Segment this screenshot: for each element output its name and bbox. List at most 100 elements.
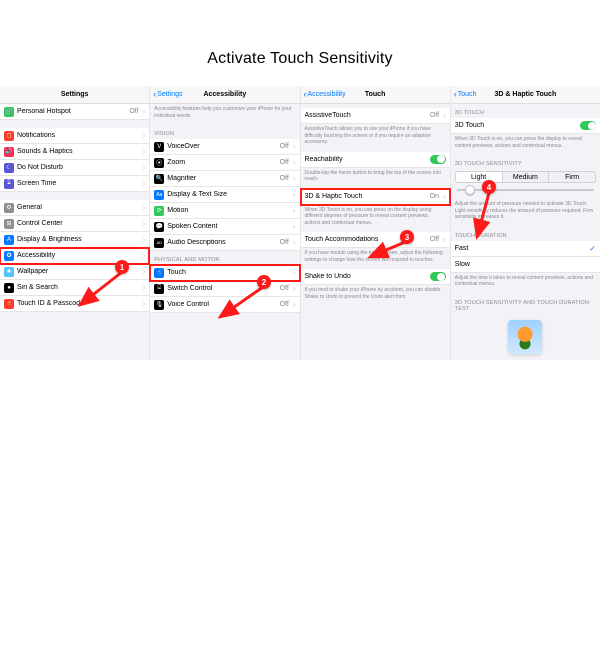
row-switch[interactable]: ⌺ Switch Control Off ›	[150, 281, 299, 297]
panel-touch: ‹Accessibility Touch AssistiveTouch Off …	[301, 86, 451, 360]
callout-3: 3	[400, 230, 414, 244]
row-3dtouch-toggle[interactable]: 3D Touch	[451, 118, 600, 134]
row-slow[interactable]: Slow	[451, 257, 600, 273]
row-touch-accommodations[interactable]: Touch Accommodations Off ›	[301, 232, 450, 248]
3dtouch-desc: When 3D Touch is on, you can press the d…	[451, 134, 600, 155]
row-motion[interactable]: ⟳ Motion ›	[150, 203, 299, 219]
intro-text: Accessibility features help you customiz…	[150, 104, 299, 125]
test-image[interactable]	[508, 320, 542, 354]
row-label: Control Center	[17, 220, 140, 227]
row-value: Off	[280, 285, 289, 292]
row-reachability[interactable]: Reachability	[301, 152, 450, 168]
chevron-right-icon: ›	[293, 158, 296, 167]
vision-header: VISION	[150, 125, 299, 139]
row-3d-haptic[interactable]: 3D & Haptic Touch On ›	[301, 189, 450, 205]
row-touchid[interactable]: ☝︎ Touch ID & Passcode ›	[0, 296, 149, 312]
chevron-right-icon: ›	[143, 107, 146, 116]
touch-icon: ☝︎	[154, 268, 164, 278]
row-display-text[interactable]: Aa Display & Text Size ›	[150, 187, 299, 203]
3dtouch-toggle[interactable]	[580, 121, 596, 130]
chevron-right-icon: ›	[143, 299, 146, 308]
shake-toggle[interactable]	[430, 272, 446, 281]
row-label: Siri & Search	[17, 284, 140, 291]
row-value: Off	[280, 301, 289, 308]
row-control-center[interactable]: ⊞ Control Center ›	[0, 216, 149, 232]
motion-icon: ⟳	[154, 206, 164, 216]
accessibility-icon: ✪	[4, 251, 14, 261]
row-spoken[interactable]: 💬 Spoken Content ›	[150, 219, 299, 235]
wallpaper-icon: ❀	[4, 267, 14, 277]
row-magnifier[interactable]: 🔍 Magnifier Off ›	[150, 171, 299, 187]
row-label: Motion	[167, 207, 290, 214]
row-zoom[interactable]: ⦿ Zoom Off ›	[150, 155, 299, 171]
test-header: 3D TOUCH SENSITIVITY AND TOUCH DURATION …	[451, 294, 600, 314]
back-button[interactable]: ‹Touch	[454, 90, 477, 99]
row-audio-desc[interactable]: AD Audio Descriptions Off ›	[150, 235, 299, 251]
row-shake-undo[interactable]: Shake to Undo	[301, 269, 450, 285]
callout-2: 2	[257, 275, 271, 289]
3dtouch-header: 3D TOUCH	[451, 104, 600, 118]
nav-3dhaptic: ‹Touch 3D & Haptic Touch	[451, 86, 600, 104]
row-label: Touch	[167, 269, 290, 276]
motor-header: PHYSICAL AND MOTOR	[150, 251, 299, 265]
haptic-desc: When 3D Touch is on, you can press on th…	[301, 205, 450, 233]
chevron-right-icon: ›	[143, 203, 146, 212]
row-value: Off	[280, 175, 289, 182]
row-display[interactable]: A Display & Brightness ›	[0, 232, 149, 248]
row-value: Off	[280, 143, 289, 150]
chevron-right-icon: ›	[293, 222, 296, 231]
seg-light[interactable]: Light	[456, 172, 503, 182]
row-label: Slow	[455, 261, 596, 268]
zoom-icon: ⦿	[154, 158, 164, 168]
chevron-right-icon: ›	[293, 206, 296, 215]
row-screentime[interactable]: ⌛︎ Screen Time ›	[0, 176, 149, 192]
row-label: Display & Brightness	[17, 236, 140, 243]
nav-title: Accessibility	[203, 91, 246, 98]
row-label: Spoken Content	[167, 223, 290, 230]
row-value: Off	[280, 239, 289, 246]
row-label: Audio Descriptions	[167, 239, 276, 246]
moon-icon: ☾	[4, 163, 14, 173]
row-label: General	[17, 204, 140, 211]
row-label: VoiceOver	[167, 143, 276, 150]
row-value: Off	[430, 236, 439, 243]
back-button[interactable]: ‹Settings	[153, 90, 182, 99]
reachability-toggle[interactable]	[430, 155, 446, 164]
chevron-right-icon: ›	[293, 174, 296, 183]
row-assistivetouch[interactable]: AssistiveTouch Off ›	[301, 108, 450, 124]
chevron-right-icon: ›	[143, 267, 146, 276]
seg-firm[interactable]: Firm	[549, 172, 595, 182]
panel-settings: Settings 🔗 Personal Hotspot Off › ◻︎ Not…	[0, 86, 150, 360]
row-label: Accessibility	[17, 252, 140, 259]
sensitivity-segmented[interactable]: Light Medium Firm	[455, 171, 596, 183]
row-fast[interactable]: Fast ✓	[451, 241, 600, 257]
audiodesc-icon: AD	[154, 238, 164, 248]
sensitivity-desc: Adjust the amount of pressure needed to …	[451, 199, 600, 227]
sensitivity-slider[interactable]	[457, 185, 594, 195]
row-siri[interactable]: ● Siri & Search ›	[0, 280, 149, 296]
chevron-right-icon: ›	[293, 268, 296, 277]
voiceover-icon: V	[154, 142, 164, 152]
row-voiceover[interactable]: V VoiceOver Off ›	[150, 139, 299, 155]
nav-touch: ‹Accessibility Touch	[301, 86, 450, 104]
row-dnd[interactable]: ☾ Do Not Disturb ›	[0, 160, 149, 176]
row-label: AssistiveTouch	[305, 112, 427, 119]
row-sounds[interactable]: 🔊 Sounds & Haptics ›	[0, 144, 149, 160]
back-button[interactable]: ‹Accessibility	[304, 90, 346, 99]
gear-icon: ⚙︎	[4, 203, 14, 213]
switch-icon: ⌺	[154, 284, 164, 294]
row-label: Display & Text Size	[167, 191, 290, 198]
row-personal-hotspot[interactable]: 🔗 Personal Hotspot Off ›	[0, 104, 149, 120]
row-voice-control[interactable]: 🎙 Voice Control Off ›	[150, 297, 299, 313]
row-touch[interactable]: ☝︎ Touch ›	[150, 265, 299, 281]
panel-3d-haptic: ‹Touch 3D & Haptic Touch 3D TOUCH 3D Tou…	[451, 86, 600, 360]
row-label: Shake to Undo	[305, 273, 427, 280]
row-general[interactable]: ⚙︎ General ›	[0, 200, 149, 216]
row-notifications[interactable]: ◻︎ Notifications ›	[0, 128, 149, 144]
chevron-right-icon: ›	[143, 131, 146, 140]
textsize-icon: Aa	[154, 190, 164, 200]
nav-settings: Settings	[0, 86, 149, 104]
back-label: Settings	[157, 91, 182, 98]
seg-medium[interactable]: Medium	[503, 172, 550, 182]
siri-icon: ●	[4, 283, 14, 293]
